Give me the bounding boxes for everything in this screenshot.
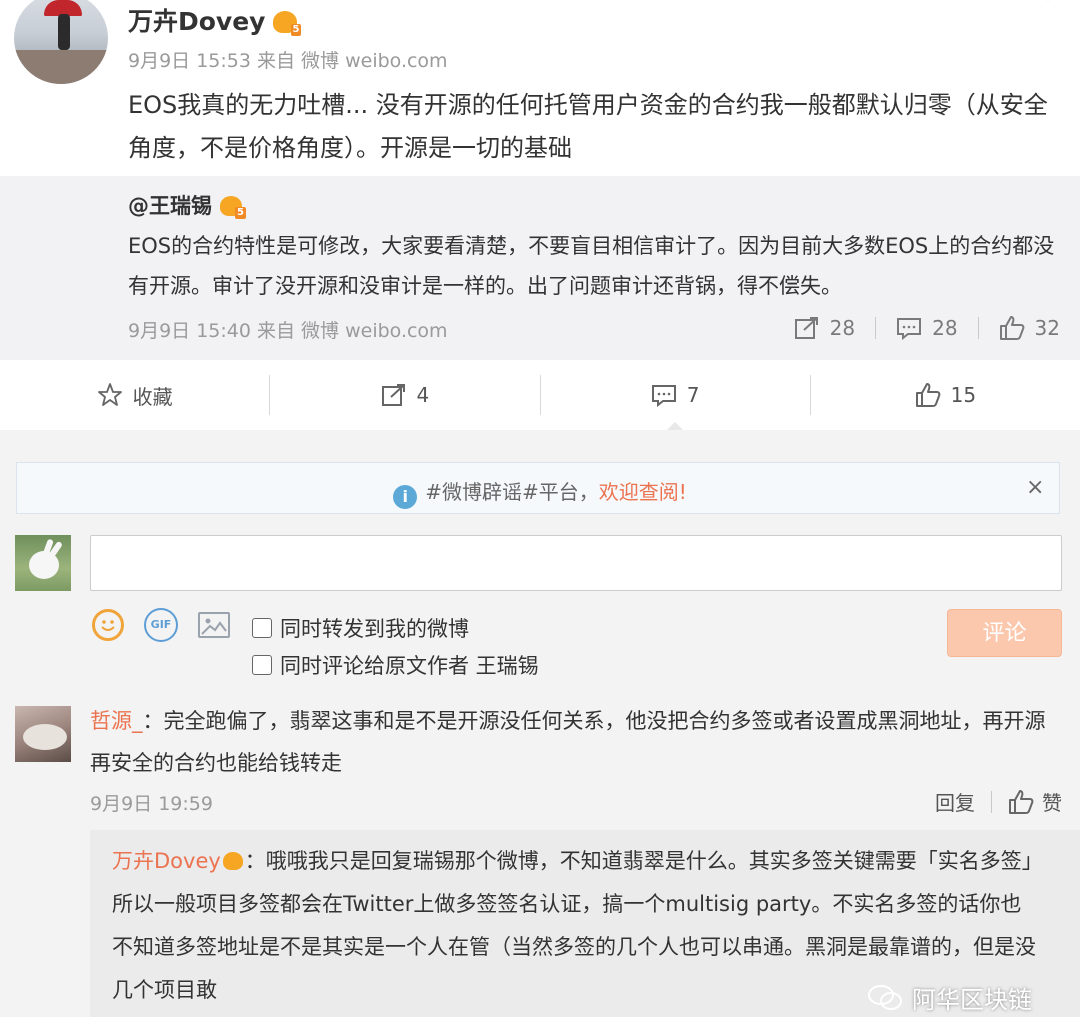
repost-checkbox-row[interactable]: 同时转发到我的微博 [252,613,469,643]
quoted-meta: 9月9日 15:40 来自 微博 weibo.com [128,320,448,342]
quoted-like-button[interactable]: 32 [999,315,1060,341]
comment-text: 完全跑偏了，翡翠这事和是不是开源没任何关系，他没把合约多签或者设置成黑洞地址，再… [90,709,1046,775]
submit-comment-button[interactable]: 评论 [947,609,1062,657]
reply-button[interactable]: 回复 [935,787,975,816]
rumor-notice[interactable]: i #微博辟谣#平台，欢迎查阅! [0,476,1080,509]
vip-crown-icon [273,11,302,36]
gif-icon[interactable]: GIF [144,608,178,642]
quoted-repost-button[interactable]: 28 [794,316,855,340]
chevron-down-icon[interactable] [1038,0,1058,11]
commenter-name[interactable]: 哲源_ [90,709,143,733]
thumbs-up-icon [999,316,1024,340]
post-author-name[interactable]: 万卉Dovey [128,7,265,36]
thumbs-up-icon [1009,789,1034,814]
comment-original-checkbox[interactable] [252,655,272,675]
post-meta: 9月9日 15:53 来自 微博 weibo.com [128,50,448,72]
comment-original-checkbox-row[interactable]: 同时评论给原文作者 王瑞锡 [252,650,539,680]
notice-link[interactable]: 欢迎查阅! [599,480,687,504]
quoted-author[interactable]: @王瑞锡 [128,190,246,220]
repost-count: 4 [416,383,430,407]
repost-icon [794,317,818,339]
post-action-bar: 收藏 4 7 15 [0,360,1080,431]
repost-checkbox-label[interactable]: 同时转发到我的微博 [280,613,469,643]
comment-original-checkbox-label[interactable]: 同时评论给原文作者 王瑞锡 [280,650,539,680]
info-icon: i [393,485,418,509]
divider [875,317,877,339]
comment-separator: ： [142,709,164,733]
comment-like-button[interactable]: 赞 [1008,787,1062,816]
comment-input[interactable] [90,535,1062,591]
comment-body: 哲源_：完全跑偏了，翡翠这事和是不是开源没任何关系，他没把合约多签或者设置成黑洞… [90,700,1050,784]
notice-text: #微博辟谣#平台， [425,480,599,504]
comment-icon [897,318,922,340]
repost-checkbox[interactable] [252,618,272,638]
quoted-comment-button[interactable]: 28 [896,316,958,340]
comment-icon [651,385,676,407]
wechat-watermark: 阿华区块链 [868,980,1032,1015]
like-count: 15 [950,383,977,407]
quoted-actions: 28 28 32 [794,312,1060,344]
repost-icon [381,384,405,406]
quoted-author-name[interactable]: @王瑞锡 [128,194,212,218]
close-icon[interactable]: × [1026,475,1044,500]
comment-button[interactable]: 7 [541,360,810,431]
quoted-text: EOS的合约特性是可修改，大家要看清楚，不要盲目相信审计了。因为目前大多数EOS… [128,234,1055,298]
like-button[interactable]: 15 [811,360,1080,430]
current-user-avatar[interactable] [15,535,71,591]
divider [991,790,992,813]
comment-actions: 回复 赞 [935,787,1062,816]
favorite-button[interactable]: 收藏 [0,360,269,430]
repost-button[interactable]: 4 [270,360,539,430]
quoted-repost-count: 28 [829,316,856,340]
divider [977,317,979,339]
comment-time: 9月9日 19:59 [90,793,213,815]
post-text: EOS我真的无力吐槽... 没有开源的任何托管用户资金的合约我一般都默认归零（从… [128,91,1048,162]
commenter-avatar[interactable] [15,706,71,762]
favorite-label: 收藏 [132,384,173,409]
quoted-like-count: 32 [1034,316,1060,340]
vip-crown-icon [222,852,243,870]
emoji-icon[interactable] [92,609,124,641]
thumbs-up-icon [915,383,941,407]
vip-crown-icon [220,196,246,219]
comment-like-label: 赞 [1042,791,1062,815]
reply-separator: ： [244,849,266,873]
quoted-comment-count: 28 [932,316,958,340]
comment-count: 7 [686,383,700,407]
wechat-icon [868,984,902,1012]
star-icon [97,383,122,406]
reply-author[interactable]: 万卉Dovey [112,849,221,873]
watermark-text: 阿华区块链 [912,986,1032,1014]
image-icon[interactable] [198,612,230,638]
author-avatar[interactable] [14,0,108,84]
post-author[interactable]: 万卉Dovey [128,2,302,38]
